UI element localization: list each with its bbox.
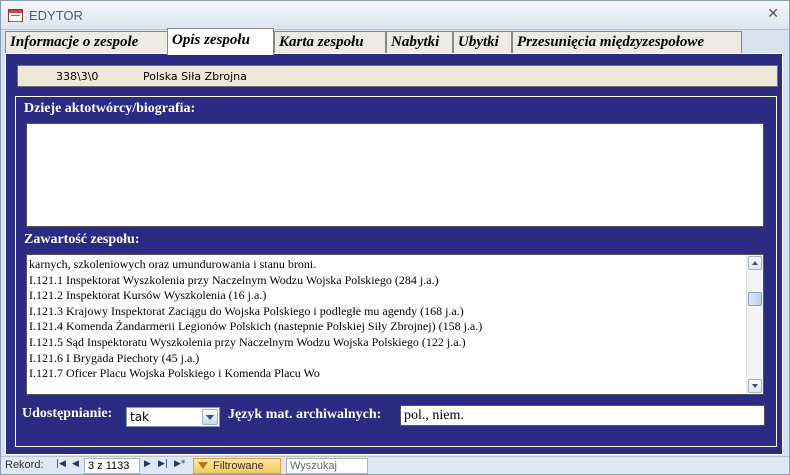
chevron-down-icon[interactable] bbox=[202, 409, 218, 425]
access-select[interactable]: tak bbox=[126, 407, 220, 427]
prev-record-icon[interactable]: ◀ bbox=[72, 459, 82, 472]
access-label: Udostępnianie: bbox=[22, 406, 113, 421]
record-position: 3 z 1133 bbox=[88, 460, 130, 472]
tab-nabytki[interactable]: Nabytki bbox=[386, 31, 453, 54]
content-label: Zawartość zespołu: bbox=[24, 232, 140, 247]
bio-textarea[interactable] bbox=[26, 123, 764, 227]
access-language-row: Udostępnianie: tak Język mat. archiwalny… bbox=[16, 402, 776, 427]
close-icon[interactable]: ✕ bbox=[767, 6, 779, 22]
language-input[interactable]: pol., niem. bbox=[400, 405, 765, 426]
record-navigation-bar: Rekord: |◀ ◀ 3 z 1133 ▶ ▶| ▶* Filtrowane… bbox=[1, 456, 789, 474]
search-input[interactable]: Wyszukaj bbox=[286, 458, 368, 474]
filter-icon bbox=[198, 462, 208, 469]
record-label: Rekord: bbox=[5, 459, 44, 471]
scroll-up-icon[interactable] bbox=[748, 256, 762, 270]
content-line: karnych, szkoleniowych oraz umundurowani… bbox=[29, 257, 317, 271]
content-line: I.121.4 Komenda Żandarmerii Legionów Pol… bbox=[29, 319, 483, 334]
form-app-icon bbox=[8, 9, 23, 22]
tab-przesuniecia-miedzyzespolowe[interactable]: Przesunięcia międzyzespołowe bbox=[512, 31, 742, 54]
window-title: EDYTOR bbox=[29, 8, 83, 23]
record-signature: 338\3\0 bbox=[56, 70, 99, 83]
tab-panel: 338\3\0 Polska Siła Zbrojna Dzieje aktot… bbox=[5, 53, 783, 455]
tab-opis-zespolu[interactable]: Opis zespołu bbox=[167, 28, 274, 55]
tab-informacje-o-zespole[interactable]: Informacje o zespole bbox=[5, 31, 169, 54]
filter-button[interactable]: Filtrowane bbox=[193, 458, 281, 474]
bio-label: Dzieje aktotwórcy/biografia: bbox=[24, 101, 196, 116]
record-name: Polska Siła Zbrojna bbox=[143, 70, 247, 83]
title-bar: EDYTOR ✕ bbox=[1, 1, 789, 30]
content-line: I.121.5 Sąd Inspektoratu Wyszkolenia prz… bbox=[29, 334, 466, 349]
access-value: tak bbox=[130, 410, 150, 424]
new-record-icon[interactable]: ▶* bbox=[174, 459, 185, 472]
content-line: I.121.6 I Brygada Piechoty (45 j.a.) bbox=[29, 350, 200, 365]
content-lines: karnych, szkoleniowych oraz umundurowani… bbox=[29, 257, 745, 382]
next-record-icon[interactable]: ▶ bbox=[144, 459, 154, 472]
editor-window: EDYTOR ✕ Informacje o zespole Opis zespo… bbox=[0, 0, 790, 475]
scroll-down-icon[interactable] bbox=[748, 379, 762, 393]
record-header: 338\3\0 Polska Siła Zbrojna bbox=[17, 65, 778, 87]
content-line: I.121.1 Inspektorat Wyszkolenia przy Nac… bbox=[29, 272, 439, 287]
content-line: I.121.7 Oficer Placu Wojska Polskiego i … bbox=[29, 366, 320, 381]
tab-ubytki[interactable]: Ubytki bbox=[453, 31, 512, 54]
content-scrollbar[interactable] bbox=[746, 255, 763, 394]
content-line: I.121.2 Inspektorat Kursów Wyszkolenia (… bbox=[29, 288, 267, 303]
language-label: Język mat. archiwalnych: bbox=[228, 407, 382, 422]
first-record-icon[interactable]: |◀ bbox=[56, 459, 66, 472]
language-value: pol., niem. bbox=[404, 408, 464, 423]
tab-karta-zespolu[interactable]: Karta zespołu bbox=[274, 31, 386, 54]
content-line: I.121.3 Krajowy Inspektorat Zaciągu do W… bbox=[29, 303, 464, 318]
filter-label: Filtrowane bbox=[213, 460, 264, 472]
content-textarea[interactable]: karnych, szkoleniowych oraz umundurowani… bbox=[26, 254, 764, 395]
last-record-icon[interactable]: ▶| bbox=[158, 459, 168, 472]
search-placeholder: Wyszukaj bbox=[290, 460, 337, 472]
description-section: Dzieje aktotwórcy/biografia: Zawartość z… bbox=[15, 96, 777, 447]
record-position-field[interactable]: 3 z 1133 bbox=[84, 458, 140, 474]
scroll-thumb[interactable] bbox=[748, 292, 762, 306]
